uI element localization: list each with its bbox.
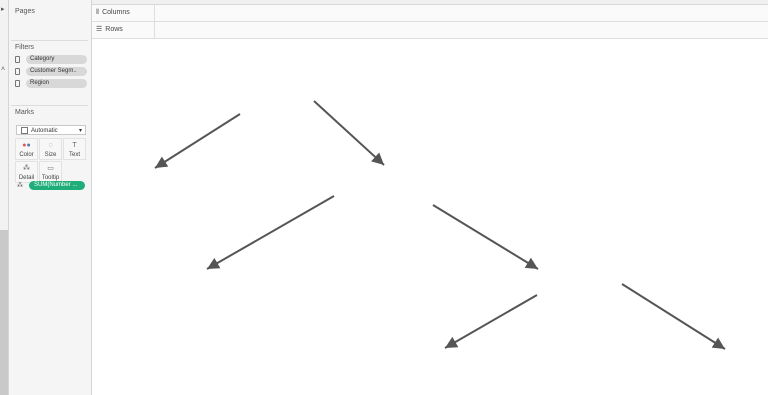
filter-icon (15, 80, 20, 87)
marks-title: Marks (15, 109, 35, 116)
view-canvas[interactable] (92, 40, 768, 395)
size-icon: ◌ (48, 142, 53, 149)
arrow-4 (432, 204, 539, 270)
filter-pill-region[interactable]: Region (26, 79, 87, 88)
filter-pill-customer-segment[interactable]: Customer Segm.. (26, 67, 87, 76)
collapse-arrow-icon[interactable]: ▸ (1, 6, 5, 14)
filters-title: Filters (15, 44, 35, 51)
left-collapse-rail[interactable]: ▸ ˄ (0, 0, 9, 395)
filters-card: Filters Category Customer Segm.. Region (11, 40, 88, 101)
marks-card: Marks Automatic ▾ ●● Color ◌ Size T Text… (11, 105, 88, 210)
filter-item[interactable]: Category (11, 54, 88, 66)
marks-tooltip-button[interactable]: ▭ Tooltip (39, 161, 62, 183)
chevron-down-icon[interactable]: ▾ (79, 126, 82, 136)
filter-icon (15, 68, 20, 75)
side-panel: Pages Filters Category Customer Segm.. R… (9, 0, 92, 395)
main-view: ⦀ Columns ☰ Rows (92, 5, 768, 395)
pages-card: Pages (11, 5, 88, 37)
columns-shelf-label: ⦀ Columns (92, 5, 155, 21)
pages-title: Pages (15, 8, 35, 15)
detail-icon: ⁂ (23, 165, 30, 172)
marks-field-row: ⁂ SUM(Number ... (15, 181, 87, 192)
arrow-5 (444, 294, 538, 349)
columns-icon: ⦀ (96, 9, 100, 16)
filter-pill-category[interactable]: Category (26, 55, 87, 64)
marks-size-button[interactable]: ◌ Size (39, 138, 62, 160)
columns-shelf[interactable]: ⦀ Columns (92, 5, 768, 22)
mark-type-icon (21, 126, 28, 134)
color-dots-icon: ●● (22, 142, 31, 149)
scrollbar-thumb[interactable] (0, 230, 8, 395)
rows-icon: ☰ (96, 26, 103, 33)
text-icon: T (72, 142, 77, 149)
rows-shelf[interactable]: ☰ Rows (92, 22, 768, 39)
arrows-svg (154, 100, 726, 350)
filter-item[interactable]: Customer Segm.. (11, 66, 88, 78)
arrow-1 (154, 113, 241, 169)
arrow-2 (313, 100, 385, 166)
marks-color-button[interactable]: ●● Color (15, 138, 38, 160)
arrow-6 (621, 283, 726, 350)
chevron-up-icon[interactable]: ˄ (1, 66, 5, 74)
rows-shelf-label: ☰ Rows (92, 22, 155, 38)
marks-detail-button[interactable]: ⁂ Detail (15, 161, 38, 183)
marks-text-button[interactable]: T Text (63, 138, 86, 160)
filter-item[interactable]: Region (11, 78, 88, 90)
filter-icon (15, 56, 20, 63)
tooltip-icon: ▭ (47, 165, 54, 172)
mark-type-dropdown[interactable]: Automatic ▾ (16, 125, 86, 135)
arrow-3 (206, 195, 335, 270)
measure-pill-sum-number[interactable]: SUM(Number ... (29, 181, 85, 190)
mark-type-value: Automatic (31, 128, 58, 134)
detail-icon: ⁂ (17, 183, 23, 189)
